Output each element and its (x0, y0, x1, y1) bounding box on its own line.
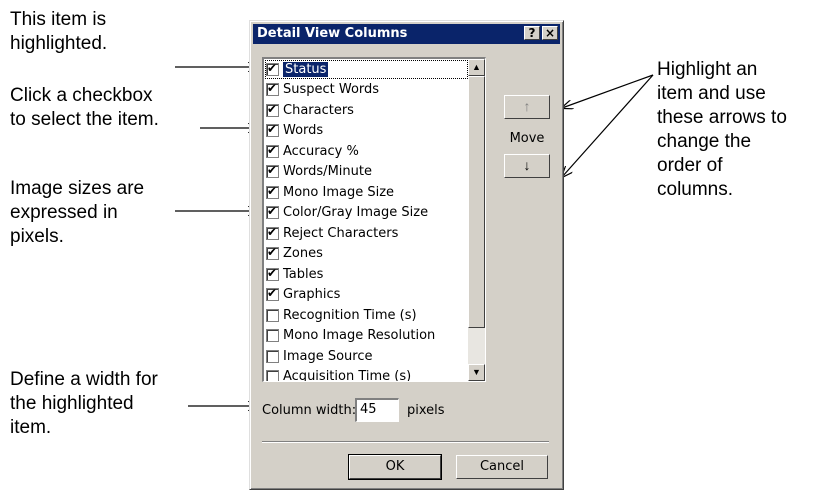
scroll-thumb[interactable] (468, 76, 485, 328)
column-item-label: Color/Gray Image Size (283, 205, 429, 221)
column-checkbox[interactable] (266, 349, 279, 363)
column-item-label: Reject Characters (283, 225, 399, 241)
dialog-titlebar[interactable]: Detail View Columns ? × (253, 24, 560, 44)
dialog-title: Detail View Columns (257, 26, 408, 41)
annotation-arrows: Highlight an item and use these arrows t… (657, 59, 787, 200)
cancel-button[interactable]: Cancel (456, 455, 548, 479)
column-item-label: Acquisition Time (s) (283, 369, 412, 382)
column-item[interactable]: Acquisition Time (s) (264, 367, 469, 382)
column-width-units: pixels (407, 403, 445, 418)
column-item-label: Graphics (283, 287, 341, 303)
help-button[interactable]: ? (524, 26, 540, 40)
column-checkbox[interactable] (266, 370, 279, 381)
column-item-label: Tables (283, 266, 324, 282)
column-checkbox[interactable] (266, 245, 279, 261)
column-item-label: Status (283, 61, 329, 77)
annotation-image-sizes: Image sizes are expressed in pixels. (10, 178, 145, 247)
columns-list: Status Suspect Words Characters Words Accura… (264, 59, 469, 382)
column-checkbox[interactable] (266, 122, 279, 138)
column-item-label: Mono Image Size (283, 184, 395, 200)
column-item[interactable]: Words/Minute (264, 162, 469, 183)
column-item[interactable]: Reject Characters (264, 223, 469, 244)
annotation-checkbox: Click a checkbox to select the item. (10, 85, 159, 130)
move-up-button[interactable]: ↑ (504, 95, 550, 119)
scroll-down-button[interactable]: ▼ (468, 364, 485, 381)
separator (262, 441, 549, 443)
column-item[interactable]: Suspect Words (264, 80, 469, 101)
columns-listbox[interactable]: Status Suspect Words Characters Words Accura… (262, 57, 486, 382)
column-item-label: Recognition Time (s) (283, 307, 417, 323)
column-item[interactable]: Graphics (264, 285, 469, 306)
scroll-up-button[interactable]: ▲ (468, 59, 485, 76)
column-checkbox[interactable] (266, 143, 279, 158)
column-item-label: Zones (283, 246, 323, 262)
column-checkbox[interactable] (266, 308, 279, 322)
column-item[interactable]: Image Source (264, 346, 469, 367)
column-checkbox[interactable] (266, 163, 279, 179)
column-item[interactable]: Mono Image Size (264, 182, 469, 203)
annotation-highlighted: This item is highlighted. (10, 9, 108, 54)
move-label: Move (509, 131, 545, 146)
column-width-label: Column width: (262, 403, 357, 418)
arrow-to-move-down (562, 74, 654, 177)
arrow-to-move-up (562, 74, 654, 108)
column-checkbox[interactable] (266, 102, 279, 117)
column-item-label: Image Source (283, 348, 373, 364)
column-checkbox[interactable] (266, 204, 279, 220)
column-checkbox[interactable] (266, 266, 279, 281)
column-item[interactable]: Recognition Time (s) (264, 305, 469, 326)
ok-button[interactable]: OK (348, 454, 442, 480)
column-checkbox[interactable] (266, 286, 279, 302)
column-item[interactable]: Characters (264, 100, 469, 121)
column-item-label: Words/Minute (283, 164, 372, 180)
detail-view-columns-dialog: Detail View Columns ? × Status Suspect Wo… (249, 20, 564, 490)
column-checkbox[interactable] (266, 329, 279, 343)
column-item-label: Mono Image Resolution (283, 328, 436, 344)
close-button[interactable]: × (542, 26, 558, 40)
listbox-scrollbar[interactable]: ▲ ▼ (468, 59, 485, 381)
column-item[interactable]: Zones (264, 244, 469, 265)
column-checkbox[interactable] (266, 81, 279, 97)
column-checkbox[interactable] (266, 61, 279, 76)
move-down-button[interactable]: ↓ (504, 154, 550, 178)
column-item-label: Characters (283, 102, 354, 118)
column-item[interactable]: Status (264, 59, 469, 80)
column-item[interactable]: Color/Gray Image Size (264, 203, 469, 224)
column-item[interactable]: Words (264, 121, 469, 142)
column-item[interactable]: Tables (264, 264, 469, 285)
column-item[interactable]: Accuracy % (264, 141, 469, 162)
column-checkbox[interactable] (266, 184, 279, 199)
column-checkbox[interactable] (266, 225, 279, 240)
column-item-label: Accuracy % (283, 143, 359, 159)
column-width-input[interactable]: 45 (355, 398, 399, 422)
annotation-column-width: Define a width for the highlighted item. (10, 369, 158, 438)
column-item-label: Words (283, 123, 324, 139)
column-item[interactable]: Mono Image Resolution (264, 326, 469, 347)
column-item-label: Suspect Words (283, 82, 380, 98)
